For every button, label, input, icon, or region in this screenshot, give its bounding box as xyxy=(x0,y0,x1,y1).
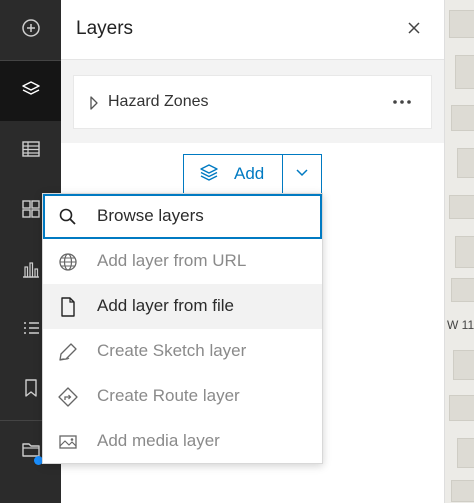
panel-header: Layers xyxy=(61,0,444,60)
close-panel-button[interactable] xyxy=(404,20,424,40)
map-building xyxy=(457,438,474,468)
menu-item-label: Browse layers xyxy=(97,206,204,225)
caret-right-icon[interactable] xyxy=(89,96,99,115)
menu-item-add-media-layer[interactable]: Add media layer xyxy=(43,419,322,464)
route-icon xyxy=(57,386,79,408)
bookmark-icon xyxy=(20,377,42,404)
layers-icon xyxy=(20,78,42,105)
add-menu: Browse layers Add layer from URL Add lay… xyxy=(42,193,323,464)
list-icon xyxy=(20,317,42,344)
map-building xyxy=(451,105,474,131)
map-building xyxy=(451,480,474,502)
add-button[interactable]: Add xyxy=(183,154,283,194)
menu-item-label: Create Sketch layer xyxy=(97,341,247,360)
map-building xyxy=(451,278,474,302)
menu-item-label: Create Route layer xyxy=(97,386,240,405)
pencil-icon xyxy=(57,341,79,363)
menu-item-label: Add layer from file xyxy=(97,296,234,315)
menu-item-add-layer-file[interactable]: Add layer from file xyxy=(43,284,322,329)
menu-item-create-route-layer[interactable]: Create Route layer xyxy=(43,374,322,419)
close-icon xyxy=(407,21,421,40)
map-building xyxy=(449,10,474,38)
table-tool-button[interactable] xyxy=(0,121,61,181)
search-icon xyxy=(57,206,79,228)
panel-title: Layers xyxy=(76,18,134,39)
map-building xyxy=(455,236,474,268)
add-content-button[interactable] xyxy=(0,0,61,60)
grid-icon xyxy=(20,198,42,225)
menu-item-browse-layers[interactable]: Browse layers xyxy=(43,194,322,239)
add-button-label: Add xyxy=(234,164,265,183)
layers-add-icon xyxy=(198,161,220,188)
map-building xyxy=(449,395,474,421)
plus-circle-icon xyxy=(20,17,42,44)
layer-item[interactable]: Hazard Zones xyxy=(73,75,432,129)
menu-item-label: Add media layer xyxy=(97,431,220,450)
globe-icon xyxy=(57,251,79,273)
map-building xyxy=(453,350,474,380)
menu-item-add-layer-url[interactable]: Add layer from URL xyxy=(43,239,322,284)
map-building xyxy=(457,148,474,178)
add-dropdown-button[interactable] xyxy=(282,154,322,194)
map-view[interactable]: W 11 xyxy=(444,0,474,503)
chevron-down-icon xyxy=(295,165,309,183)
image-icon xyxy=(57,431,79,453)
layer-list: Hazard Zones xyxy=(61,61,444,143)
layers-tool-button[interactable] xyxy=(0,61,61,121)
layer-name: Hazard Zones xyxy=(108,93,209,110)
map-street-label: W 11 xyxy=(447,318,474,332)
chart-icon xyxy=(20,258,42,285)
table-icon xyxy=(20,138,42,165)
map-building xyxy=(449,195,474,219)
menu-item-label: Add layer from URL xyxy=(97,251,247,270)
file-icon xyxy=(57,296,79,318)
menu-item-create-sketch-layer[interactable]: Create Sketch layer xyxy=(43,329,322,374)
more-icon[interactable] xyxy=(391,92,413,117)
map-building xyxy=(455,55,474,89)
